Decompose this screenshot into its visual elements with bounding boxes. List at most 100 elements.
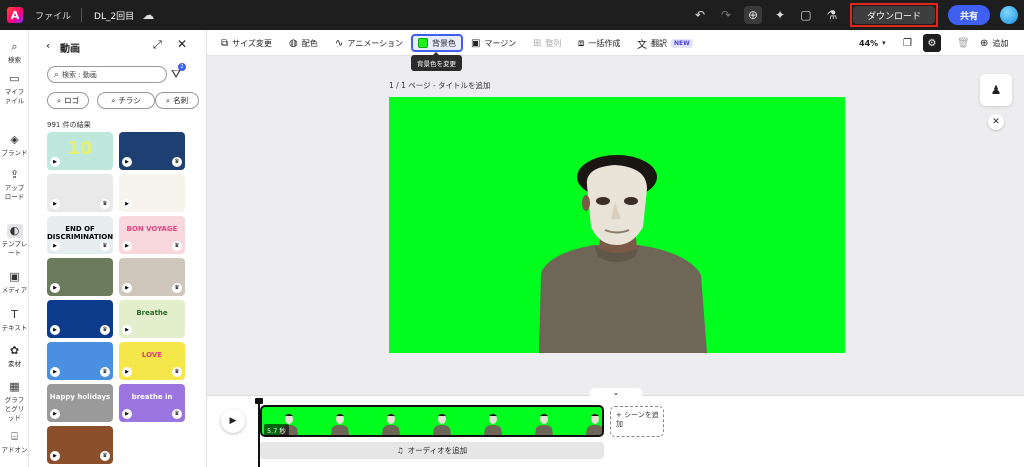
- add-person-icon[interactable]: ⊕: [743, 6, 762, 24]
- search-text: 検索 : 動画: [62, 70, 97, 79]
- flask-icon[interactable]: ⚗: [824, 7, 840, 23]
- sliders-icon: ⚙: [927, 37, 937, 49]
- chip-flyer[interactable]: ⌕ チラシ: [97, 92, 155, 109]
- color-scheme-button[interactable]: ◍ 配色: [289, 34, 318, 52]
- chevron-down-icon[interactable]: ⌄: [590, 388, 642, 398]
- cloud-icon: ☁: [142, 8, 155, 22]
- tooltip: 背景色を変更: [411, 52, 462, 71]
- thumbnail-title: 10: [67, 138, 93, 159]
- chevron-down-icon: ▾: [882, 39, 886, 47]
- template-thumbnail[interactable]: ▶ ♛: [47, 342, 113, 380]
- layers-button[interactable]: ❐: [903, 34, 912, 52]
- file-menu[interactable]: ファイル: [35, 9, 71, 22]
- add-button[interactable]: ⊕ 追加: [980, 34, 1008, 52]
- template-thumbnail[interactable]: ▶: [47, 258, 113, 296]
- close-icon[interactable]: ✕: [988, 114, 1004, 130]
- rail-item-search[interactable]: ⌕ 検索: [0, 40, 29, 65]
- background-color-button[interactable]: 背景色: [411, 34, 463, 52]
- template-thumbnail[interactable]: 10 ▶: [47, 132, 113, 170]
- template-thumbnail[interactable]: ▶ ♛: [47, 300, 113, 338]
- rail-item-brand[interactable]: ◈ ブランド: [0, 133, 29, 158]
- rail-item-my-files[interactable]: ▭ マイファイル: [0, 72, 29, 106]
- filter-count-badge: 2: [178, 63, 186, 71]
- clip-frame: [329, 411, 351, 435]
- timeline-clip[interactable]: [260, 405, 604, 437]
- resize-button[interactable]: ⧉ サイズ変更: [221, 34, 272, 52]
- animation-button[interactable]: ∿ アニメーション: [335, 34, 403, 52]
- arrange-button[interactable]: ⊞ 整列: [533, 34, 561, 52]
- grid-icon: ▦: [9, 380, 20, 393]
- crown-icon: ♛: [172, 241, 182, 251]
- add-scene-button[interactable]: + シーンを追加: [610, 406, 664, 437]
- chip-label: ロゴ: [64, 96, 80, 105]
- margin-button[interactable]: ▣ マージン: [471, 34, 516, 52]
- comment-icon[interactable]: ▢: [798, 7, 814, 23]
- redo-icon[interactable]: ↷: [718, 7, 734, 23]
- zoom-control[interactable]: 44% ▾: [859, 34, 886, 52]
- search-input[interactable]: ⌕ 検索 : 動画: [47, 66, 167, 83]
- download-button[interactable]: ダウンロード: [852, 6, 935, 24]
- template-thumbnail[interactable]: ▶: [119, 174, 185, 212]
- text-icon: T: [11, 308, 18, 321]
- template-thumbnail[interactable]: breathe in ▶ ♛: [119, 384, 185, 422]
- rail-label: 素材: [8, 360, 21, 368]
- template-thumbnail[interactable]: LOVE ▶ ♛: [119, 342, 185, 380]
- bulk-create-button[interactable]: ⧈ 一括作成: [578, 34, 620, 52]
- template-thumbnail[interactable]: ▶ ♛: [119, 132, 185, 170]
- template-thumbnail[interactable]: ▶ ♛: [119, 258, 185, 296]
- person-icon-button[interactable]: ♟: [980, 74, 1012, 106]
- rail-label: アドオン: [1, 446, 28, 454]
- template-thumbnail[interactable]: Happy holidays ▶: [47, 384, 113, 422]
- rail-item-charts-grids[interactable]: ▦ グラフとグリッド: [0, 380, 29, 423]
- template-thumbnail[interactable]: ▶ ♛: [47, 174, 113, 212]
- rail-item-templates[interactable]: ◐ テンプレート: [0, 224, 29, 258]
- template-thumbnail[interactable]: BON VOYAGE ▶ ♛: [119, 216, 185, 254]
- template-thumbnail[interactable]: ▶ ♛: [47, 426, 113, 464]
- person-with-mask[interactable]: [389, 97, 845, 353]
- green-swatch-icon: [418, 38, 428, 48]
- play-icon: ▶: [122, 241, 132, 251]
- arrange-icon: ⊞: [533, 37, 542, 49]
- chip-label: チラシ: [118, 96, 141, 105]
- top-bar: A ファイル DL_2回目 ☁ ↶ ↷ ⊕ ✦ ▢ ⚗ ダウンロード 共有: [0, 0, 1024, 30]
- clip-frame: [533, 411, 555, 435]
- play-icon: ▶: [50, 283, 60, 293]
- play-icon: ▶: [50, 157, 60, 167]
- trash-icon: 🗑: [957, 37, 970, 49]
- rail-item-addons[interactable]: ⌸ アドオン: [0, 430, 29, 455]
- translate-button[interactable]: 文翻訳 NEW: [637, 34, 693, 52]
- delete-button[interactable]: 🗑: [957, 34, 970, 52]
- expand-icon[interactable]: ⤢: [153, 38, 162, 52]
- bulk-icon: ⧈: [578, 37, 585, 49]
- add-audio-button[interactable]: ♫ オーディオを追加: [260, 442, 604, 459]
- app-logo[interactable]: A: [7, 7, 23, 23]
- play-icon: ▶: [50, 199, 60, 209]
- chip-logo[interactable]: ⌕ ロゴ: [47, 92, 89, 109]
- chip-business-card[interactable]: ⌕ 名刺: [155, 92, 199, 109]
- new-badge: NEW: [671, 38, 693, 48]
- rail-item-text[interactable]: T テキスト: [0, 308, 29, 333]
- play-button[interactable]: ▶: [221, 409, 245, 433]
- page-title[interactable]: 1 / 1 ページ - タイトルを追加: [389, 80, 491, 91]
- thumbnail-title: LOVE: [141, 351, 163, 359]
- tool-label: サイズ変更: [232, 38, 272, 48]
- tool-label: 整列: [545, 38, 562, 48]
- rail-item-media[interactable]: ▣ メディア: [0, 270, 29, 295]
- undo-icon[interactable]: ↶: [692, 7, 708, 23]
- addon-icon: ⌸: [11, 430, 18, 443]
- resize-icon: ⧉: [221, 37, 229, 49]
- template-thumbnail[interactable]: Breathe ▶: [119, 300, 185, 338]
- rail-item-upload[interactable]: ⇪ アップロード: [0, 168, 29, 202]
- close-icon[interactable]: ✕: [177, 37, 187, 51]
- share-button[interactable]: 共有: [947, 5, 990, 25]
- lightbulb-icon[interactable]: ✦: [772, 7, 788, 23]
- document-title[interactable]: DL_2回目: [94, 9, 134, 22]
- template-thumbnail[interactable]: END OF DISCRIMINATION ▶ ♛: [47, 216, 113, 254]
- avatar[interactable]: [1000, 6, 1018, 24]
- rail-item-elements[interactable]: ✿ 素材: [0, 344, 29, 369]
- design-canvas[interactable]: [389, 97, 845, 353]
- translate-icon: 文: [637, 39, 647, 51]
- rail-label: ブランド: [1, 149, 28, 157]
- back-icon[interactable]: ‹: [46, 39, 50, 52]
- adjust-button[interactable]: ⚙: [923, 34, 941, 52]
